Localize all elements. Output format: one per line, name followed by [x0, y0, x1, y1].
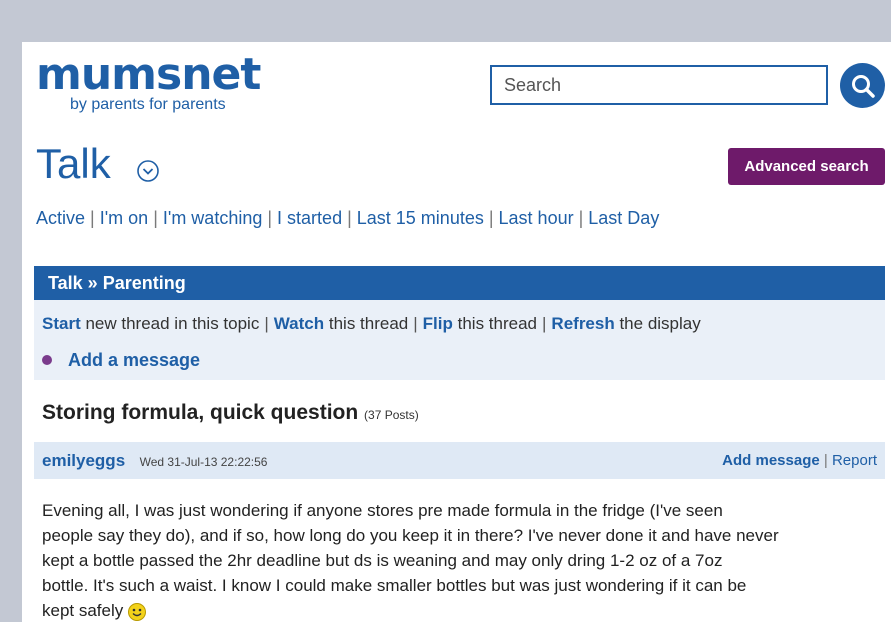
post-add-message-link[interactable]: Add message	[722, 452, 820, 469]
thread-actions: Start new thread in this topic | Watch thi…	[34, 300, 885, 340]
post-body-line: Evening all, I was just wondering if any…	[42, 501, 723, 520]
refresh-display-link[interactable]: Refresh	[551, 314, 614, 333]
post-body-last-line: kept safely	[42, 598, 882, 622]
filter-i-started[interactable]: I started	[277, 208, 342, 228]
filter-links: Active | I'm on | I'm watching | I started | Las…	[36, 208, 659, 229]
filter-im-on[interactable]: I'm on	[100, 208, 148, 228]
add-message-link[interactable]: Add a message	[68, 350, 200, 371]
page: mumsnet by parents for parents Talk Adva…	[22, 42, 891, 622]
separator: |	[578, 208, 584, 228]
post-body-line: people say they do), and if so, how long…	[42, 526, 779, 545]
separator: |	[347, 208, 352, 228]
filter-last-day[interactable]: Last Day	[588, 208, 659, 228]
post-body-line: bottle. It's such a waist. I know I coul…	[42, 576, 747, 595]
chevron-down-circle-icon[interactable]	[136, 159, 160, 183]
filter-active[interactable]: Active	[36, 208, 85, 228]
add-message-row: Add a message	[34, 340, 885, 380]
separator: |	[823, 452, 832, 469]
page-title: Talk	[36, 140, 111, 187]
flip-thread-link[interactable]: Flip	[423, 314, 453, 333]
refresh-display-text: the display	[614, 314, 701, 333]
thread-post-count: (37 Posts)	[364, 408, 419, 422]
advanced-search-button[interactable]: Advanced search	[728, 148, 885, 185]
separator: |	[153, 208, 158, 228]
post-actions: Add message | Report	[722, 452, 877, 469]
post-body-line: kept a bottle passed the 2hr deadline bu…	[42, 551, 723, 570]
thread-title: Storing formula, quick question (37 Post…	[42, 401, 419, 425]
watch-thread-link[interactable]: Watch	[274, 314, 324, 333]
flip-thread-text: this thread	[452, 314, 537, 333]
search-icon	[851, 74, 875, 98]
separator: |	[267, 208, 273, 228]
breadcrumb[interactable]: Talk » Parenting	[34, 266, 885, 300]
separator: |	[90, 208, 95, 228]
filter-last-15-minutes[interactable]: Last 15 minutes	[357, 208, 484, 228]
post-date: Wed 31-Jul-13 22:22:56	[139, 454, 268, 469]
mumsnet-logo[interactable]: mumsnet by parents for parents	[36, 49, 261, 114]
search-input[interactable]	[490, 65, 828, 105]
start-thread-text: new thread in this topic	[80, 314, 260, 333]
post-body-line: kept safely	[42, 601, 124, 620]
post-report-link[interactable]: Report	[832, 452, 877, 469]
separator: |	[542, 314, 547, 333]
separator: |	[413, 314, 418, 333]
filter-im-watching[interactable]: I'm watching	[163, 208, 262, 228]
post-author[interactable]: emilyeggs	[42, 451, 125, 470]
search-button[interactable]	[840, 63, 885, 108]
separator: |	[488, 208, 494, 228]
smiley-icon	[128, 602, 147, 621]
separator: |	[264, 314, 269, 333]
thread-title-text: Storing formula, quick question	[42, 401, 359, 424]
watch-thread-text: this thread	[324, 314, 409, 333]
bullet-dot-icon	[42, 355, 52, 365]
filter-last-hour[interactable]: Last hour	[499, 208, 574, 228]
logo-wordmark: mumsnet	[36, 49, 261, 100]
post-body: Evening all, I was just wondering if any…	[42, 498, 882, 622]
start-thread-link[interactable]: Start	[42, 314, 81, 333]
post-header: emilyeggs Wed 31-Jul-13 22:22:56 Add mes…	[34, 442, 885, 479]
